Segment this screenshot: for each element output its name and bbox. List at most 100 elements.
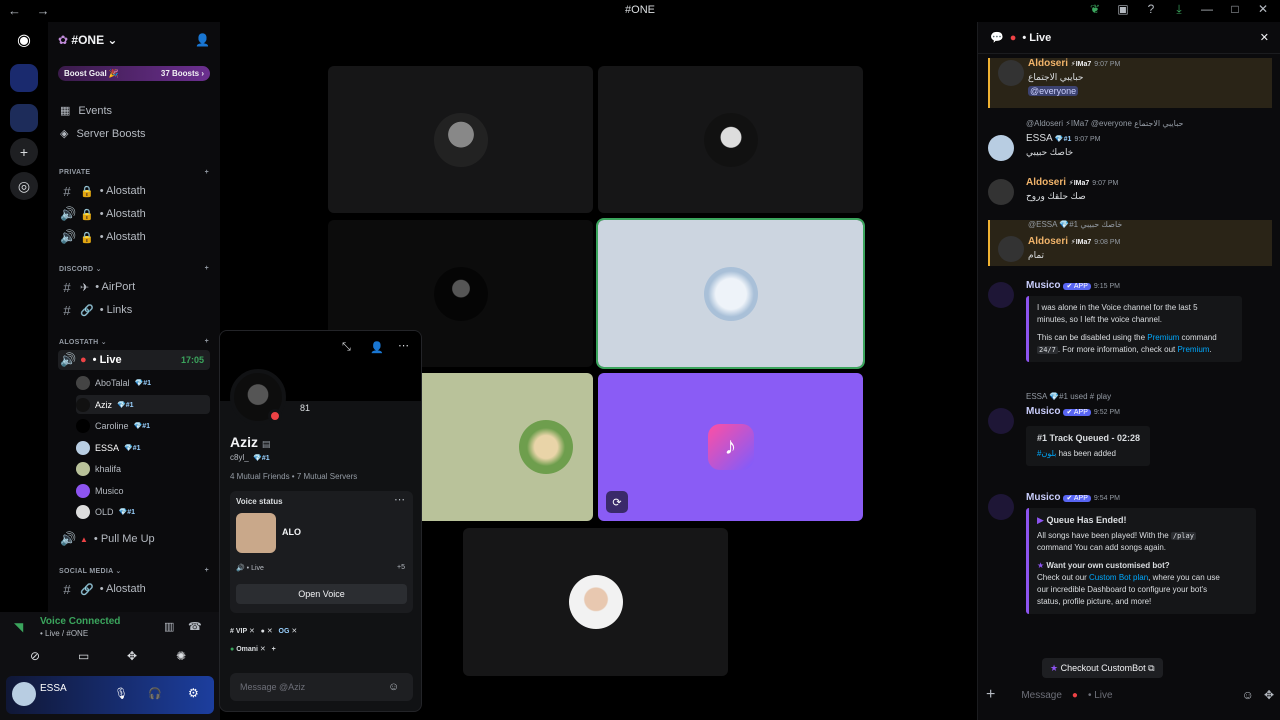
video-tile[interactable] xyxy=(463,528,728,676)
video-tile[interactable] xyxy=(598,66,863,213)
minimize-button[interactable]: — xyxy=(1200,2,1214,17)
voice-member[interactable]: ESSA 💎#1 xyxy=(76,438,210,457)
soundboard-icon[interactable]: ✺ xyxy=(176,649,186,663)
chat-input[interactable]: + Message ● • Live ☺ ✥ xyxy=(986,682,1274,708)
add-server-icon[interactable]: + xyxy=(10,138,38,166)
discord-home-icon[interactable]: ◉ xyxy=(10,26,38,54)
expand-icon[interactable]: ⤡ xyxy=(342,341,351,354)
bot-embed: I was alone in the Voice channel for the… xyxy=(1026,296,1242,362)
chat-message[interactable]: ESSA 💎#1 used # play Musico ✔ APP 9:52 PM … xyxy=(988,392,1272,476)
emoji-icon[interactable]: ☺ xyxy=(388,681,399,693)
server-header[interactable]: ✿ #ONE ⌄ 👤 xyxy=(58,30,210,50)
activities-icon[interactable]: ✥ xyxy=(127,649,137,663)
chat-message[interactable]: Aldoseri ⚡IMa7 9:07 PM حبايبي الاجتماع @e… xyxy=(988,58,1272,108)
boost-goal-bar[interactable]: Boost Goal 🎉 37 Boosts › xyxy=(58,66,210,81)
close-button[interactable]: ✕ xyxy=(1256,2,1270,17)
channel-pull-me-up[interactable]: 🔊 ▲ • Pull Me Up xyxy=(58,529,210,549)
server-folder-icon[interactable] xyxy=(10,104,38,132)
download-icon[interactable]: ⤓ xyxy=(1172,2,1186,17)
category-social[interactable]: SOCIAL MEDIA ⌄ + xyxy=(59,567,209,575)
add-role-icon[interactable]: + xyxy=(272,646,276,653)
microphone-icon[interactable]: 🎙 xyxy=(114,687,128,700)
role-tag[interactable]: OG xyxy=(279,628,290,635)
chat-message[interactable]: Musico ✔ APP 9:15 PM I was alone in the Vo… xyxy=(988,280,1272,376)
inbox-icon[interactable]: ▣ xyxy=(1116,2,1130,17)
open-voice-button[interactable]: Open Voice xyxy=(236,584,407,604)
activity-icon[interactable]: ⟳ xyxy=(606,491,628,513)
message-author[interactable]: Aldoseri xyxy=(1028,58,1068,69)
noise-suppression-icon[interactable]: ▥ xyxy=(164,620,174,633)
embed-link[interactable]: Premium xyxy=(1177,345,1209,354)
message-author[interactable]: Aldoseri xyxy=(1026,177,1066,188)
screen-share-icon[interactable]: ▭ xyxy=(78,649,89,663)
voice-channel-path[interactable]: • Live / #ONE xyxy=(40,629,88,638)
channel-private-3[interactable]: 🔊 🔒 • Alostath xyxy=(58,227,210,247)
voice-status[interactable]: Voice Connected xyxy=(40,616,120,627)
emoji-icon[interactable]: ☺ xyxy=(1242,688,1254,702)
mention[interactable]: @everyone xyxy=(1028,86,1079,96)
voice-status-more-icon[interactable]: ⋯ xyxy=(394,493,405,506)
video-tile[interactable]: ♪ ⟳ xyxy=(598,373,863,521)
mutual-info[interactable]: 4 Mutual Friends • 7 Mutual Servers xyxy=(230,472,357,481)
add-attachment-icon[interactable]: + xyxy=(986,686,995,704)
chat-message[interactable]: Musico ✔ APP 9:54 PM ▶ Queue Has Ended! Al… xyxy=(988,492,1272,678)
discover-icon[interactable]: ◎ xyxy=(10,172,38,200)
message-author[interactable]: ESSA xyxy=(1026,133,1052,144)
chat-message[interactable]: @ESSA 💎#1 خاصك حبيبي Aldoseri ⚡IMa7 9:08 … xyxy=(988,220,1272,266)
more-icon[interactable]: ⋯ xyxy=(398,339,409,352)
embed-link[interactable]: Custom Bot plan xyxy=(1089,573,1148,582)
message-author[interactable]: Musico xyxy=(1026,492,1060,503)
voice-member[interactable]: Caroline 💎#1 xyxy=(76,416,210,435)
reply-preview[interactable]: @Aldoseri ⚡IMa7 @everyone حبايبي الاجتما… xyxy=(1026,119,1183,128)
direct-message-input[interactable]: Message @Aziz xyxy=(230,673,413,701)
server-icon[interactable] xyxy=(10,64,38,92)
category-alostath[interactable]: ALOSTATH ⌄ + xyxy=(59,338,209,346)
headphones-icon[interactable]: 🎧 xyxy=(148,687,162,700)
embed-link[interactable]: Premium xyxy=(1147,333,1179,342)
channel-live[interactable]: 🔊 ● • Live 17:05 xyxy=(58,350,210,370)
channel-social-alostath[interactable]: # 🔗 • Alostath xyxy=(58,579,210,599)
disconnect-icon[interactable]: ☎ xyxy=(188,620,202,633)
voice-member[interactable]: Musico xyxy=(76,481,210,500)
voice-member[interactable]: OLD 💎#1 xyxy=(76,502,210,521)
reply-preview[interactable]: @ESSA 💎#1 خاصك حبيبي xyxy=(1028,220,1122,229)
category-private[interactable]: PRIVATE + xyxy=(59,169,209,176)
avatar[interactable] xyxy=(12,682,36,706)
apps-icon[interactable]: ✥ xyxy=(1264,688,1274,702)
role-tag[interactable]: # VIP xyxy=(230,628,247,635)
maximize-button[interactable]: □ xyxy=(1228,2,1242,17)
settings-gear-icon[interactable]: ⚙ xyxy=(188,686,199,700)
add-channel-icon[interactable]: + xyxy=(205,338,209,346)
voice-member[interactable]: Aziz 💎#1 xyxy=(76,395,210,414)
message-author[interactable]: Aldoseri xyxy=(1028,236,1068,247)
events-item[interactable]: ▦ Events xyxy=(60,104,112,118)
chat-message[interactable]: Aldoseri ⚡IMa7 9:07 PM صك حلقك وروح xyxy=(988,177,1272,207)
message-author[interactable]: Musico xyxy=(1026,406,1060,417)
camera-off-icon[interactable]: ⊘ xyxy=(30,649,40,663)
close-chat-icon[interactable]: ✕ xyxy=(1260,31,1269,44)
role-tag[interactable]: Omani xyxy=(236,646,258,653)
channel-private-2[interactable]: 🔊 🔒 • Alostath xyxy=(58,204,210,224)
add-channel-icon[interactable]: + xyxy=(205,169,209,176)
add-channel-icon[interactable]: + xyxy=(205,265,209,273)
channel-private-1[interactable]: # 🔒 • Alostath xyxy=(58,181,210,201)
invite-icon[interactable]: 👤 xyxy=(195,33,210,47)
voice-member[interactable]: AboTalal 💎#1 xyxy=(76,373,210,392)
video-tile-speaking[interactable] xyxy=(596,218,865,369)
reply-preview[interactable]: ESSA 💎#1 used # play xyxy=(1026,392,1111,401)
help-icon[interactable]: ? xyxy=(1144,2,1158,17)
user-name[interactable]: ESSA xyxy=(40,683,67,694)
video-tile[interactable] xyxy=(328,66,593,213)
add-friend-icon[interactable]: 👤 xyxy=(370,341,384,354)
channel-airport[interactable]: # ✈ • AirPort xyxy=(58,277,210,297)
leaf-icon[interactable]: ❦ xyxy=(1088,2,1102,17)
checkout-custombot-button[interactable]: ★ Checkout CustomBot ⧉ xyxy=(1042,658,1163,678)
message-author[interactable]: Musico xyxy=(1026,280,1060,291)
category-discord[interactable]: DISCORD ⌄ + xyxy=(59,265,209,273)
add-channel-icon[interactable]: + xyxy=(205,567,209,575)
server-boosts-item[interactable]: ◈ Server Boosts xyxy=(60,127,146,141)
embed-link[interactable]: #بلون xyxy=(1037,449,1056,458)
chat-message[interactable]: @Aldoseri ⚡IMa7 @everyone حبايبي الاجتما… xyxy=(988,119,1272,163)
voice-member[interactable]: khalifa xyxy=(76,459,210,478)
channel-links[interactable]: # 🔗 • Links xyxy=(58,300,210,320)
